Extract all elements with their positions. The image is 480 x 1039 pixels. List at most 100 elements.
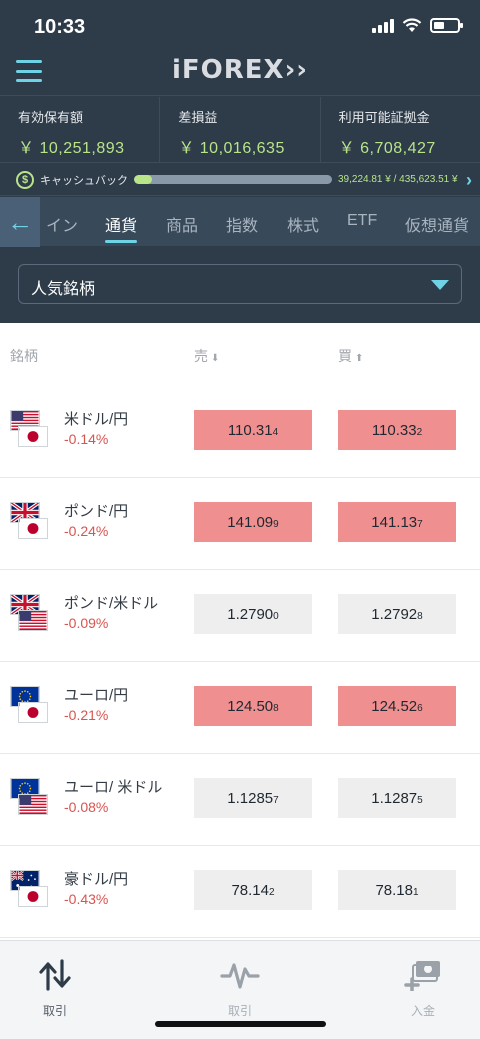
- tabbar-label: 取引: [42, 1004, 67, 1018]
- back-arrow-icon[interactable]: ←: [0, 197, 40, 247]
- column-header-buy[interactable]: 買 ⬆: [338, 346, 363, 366]
- battery-icon: [430, 18, 463, 33]
- instrument-row[interactable]: ポンド/円 -0.24% 141.09 9 141.13 7: [0, 478, 480, 570]
- deposit-icon: [404, 961, 440, 993]
- dropdown-selected: 人気銘柄: [31, 281, 96, 298]
- sell-price-button[interactable]: 1.1285 7: [194, 778, 312, 818]
- stat-value: ￥ 6,708,427: [338, 140, 436, 157]
- arrow-down-icon: ⬇: [211, 353, 220, 364]
- pair-change: -0.14%: [64, 431, 109, 447]
- cashback-progress-fill: [134, 175, 152, 184]
- status-icons: [372, 18, 463, 33]
- us-flag-icon: [18, 610, 48, 631]
- buy-price-button[interactable]: 124.52 6: [338, 686, 456, 726]
- pair-change: -0.24%: [64, 523, 109, 539]
- price-pip: 4: [272, 426, 279, 438]
- pair-name: ポンド/円: [64, 503, 129, 520]
- japan-flag-icon: [18, 702, 48, 723]
- buy-price-button[interactable]: 141.13 7: [338, 502, 456, 542]
- price-pip: 6: [417, 702, 423, 714]
- price-pip: 1: [412, 886, 419, 898]
- caret-down-icon: [431, 280, 449, 290]
- cashback-bar[interactable]: $ キャッシュバック 39,224.81 ¥ / 435,623.51 ¥ ›: [0, 164, 480, 196]
- tab-commodities[interactable]: 商品: [166, 212, 198, 236]
- logo-text: iFOREX: [171, 55, 285, 85]
- app-bar: iFOREX››: [0, 50, 480, 96]
- tabbar-trade[interactable]: 取引: [25, 959, 85, 1019]
- sell-price-button[interactable]: 1.2790 0: [194, 594, 312, 634]
- pair-change: -0.08%: [64, 799, 109, 815]
- account-stats: 有効保有額 ￥ 10,251,893 差損益 ￥ 10,016,635 利用可能…: [0, 97, 480, 163]
- pair-name: ポンド/米ドル: [64, 595, 159, 612]
- sell-price-button[interactable]: 110.31 4: [194, 410, 312, 450]
- wifi-icon: [402, 18, 422, 32]
- price-main: 110.31: [227, 421, 273, 439]
- column-header-sell[interactable]: 売 ⬇: [194, 346, 219, 366]
- category-tabs: ← イン 通貨 商品 指数 株式 ETF 仮想通貨: [0, 197, 480, 247]
- instrument-row[interactable]: 米ドル/円 -0.14% 110.31 4 110.33 2: [0, 386, 480, 478]
- currency-pair-flags: [10, 870, 50, 910]
- buy-price-button[interactable]: 1.2792 8: [338, 594, 456, 634]
- price-pip: 2: [268, 886, 275, 898]
- price-main: 78.18: [375, 881, 413, 899]
- stat-label: 差損益: [178, 110, 218, 125]
- stat-value: ￥ 10,016,635: [178, 140, 285, 157]
- cashback-label: キャッシュバック: [40, 174, 128, 187]
- us-flag-icon: [18, 794, 48, 815]
- price-pip: 8: [273, 702, 279, 714]
- app-logo: iFOREX››: [0, 55, 480, 85]
- price-pip: 2: [416, 426, 423, 438]
- instrument-row[interactable]: ユーロ/ 米ドル -0.08% 1.1285 7 1.1287 5: [0, 754, 480, 846]
- currency-pair-flags: [10, 594, 50, 634]
- tab-indices[interactable]: 指数: [226, 212, 258, 236]
- buy-price-button[interactable]: 78.18 1: [338, 870, 456, 910]
- column-label: 売: [194, 348, 208, 364]
- sell-price-button[interactable]: 124.50 8: [194, 686, 312, 726]
- tab-currency[interactable]: 通貨: [105, 212, 137, 236]
- arrow-up-icon: ⬆: [355, 353, 364, 364]
- instrument-row[interactable]: ユーロ/円 -0.21% 124.50 8 124.52 6: [0, 662, 480, 754]
- buy-price-button[interactable]: 110.33 2: [338, 410, 456, 450]
- tab-stocks[interactable]: 株式: [287, 212, 319, 236]
- tabbar-label: 入金: [410, 1004, 435, 1018]
- price-main: 110.33: [371, 421, 417, 439]
- logo-chevrons-icon: ››: [284, 55, 309, 85]
- pair-change: -0.43%: [64, 891, 109, 907]
- price-main: 1.1287: [371, 789, 418, 807]
- sell-price-button[interactable]: 141.09 9: [194, 502, 312, 542]
- tabbar-trade-activity[interactable]: 取引: [210, 959, 270, 1019]
- trade-arrows-icon: [39, 959, 71, 991]
- price-pip: 0: [273, 610, 279, 622]
- price-pip: 5: [417, 794, 423, 806]
- price-main: 1.2792: [371, 605, 418, 623]
- price-pip: 9: [273, 518, 279, 530]
- currency-pair-flags: [10, 778, 50, 818]
- stat-pnl: 差損益 ￥ 10,016,635: [160, 97, 321, 162]
- column-label: 銘柄: [10, 348, 38, 364]
- pair-name: ユーロ/ 米ドル: [64, 779, 163, 796]
- stat-equity: 有効保有額 ￥ 10,251,893: [0, 97, 161, 162]
- column-header-symbol: 銘柄: [10, 346, 38, 366]
- instrument-row[interactable]: 豪ドル/円 -0.43% 78.14 2 78.18 1: [0, 846, 480, 938]
- tab-coin[interactable]: イン: [46, 212, 78, 236]
- stat-label: 利用可能証拠金: [338, 110, 430, 125]
- instrument-filter-dropdown[interactable]: 人気銘柄: [18, 264, 462, 304]
- price-main: 1.1285: [227, 789, 274, 807]
- buy-price-button[interactable]: 1.1287 5: [338, 778, 456, 818]
- status-time: 10:33: [34, 16, 86, 38]
- tabbar-label: 取引: [227, 1004, 252, 1018]
- tab-crypto[interactable]: 仮想通貨: [405, 212, 469, 236]
- sell-price-button[interactable]: 78.14 2: [194, 870, 312, 910]
- instrument-row[interactable]: ポンド/米ドル -0.09% 1.2790 0 1.2792 8: [0, 570, 480, 662]
- header: 10:33 iFOREX›› 有効保有額 ￥ 10,251,893 差損益 ￥ …: [0, 0, 480, 323]
- tab-etf[interactable]: ETF: [347, 212, 377, 230]
- japan-flag-icon: [18, 518, 48, 539]
- tabbar-deposit[interactable]: 入金: [393, 959, 453, 1019]
- price-pip: 8: [417, 610, 423, 622]
- chevron-right-icon[interactable]: ›: [466, 170, 472, 191]
- pair-name: 豪ドル/円: [64, 871, 129, 888]
- status-bar: 10:33: [0, 0, 480, 50]
- active-tab-indicator: [105, 240, 137, 243]
- pair-change: -0.09%: [64, 615, 109, 631]
- pulse-icon: [220, 963, 260, 989]
